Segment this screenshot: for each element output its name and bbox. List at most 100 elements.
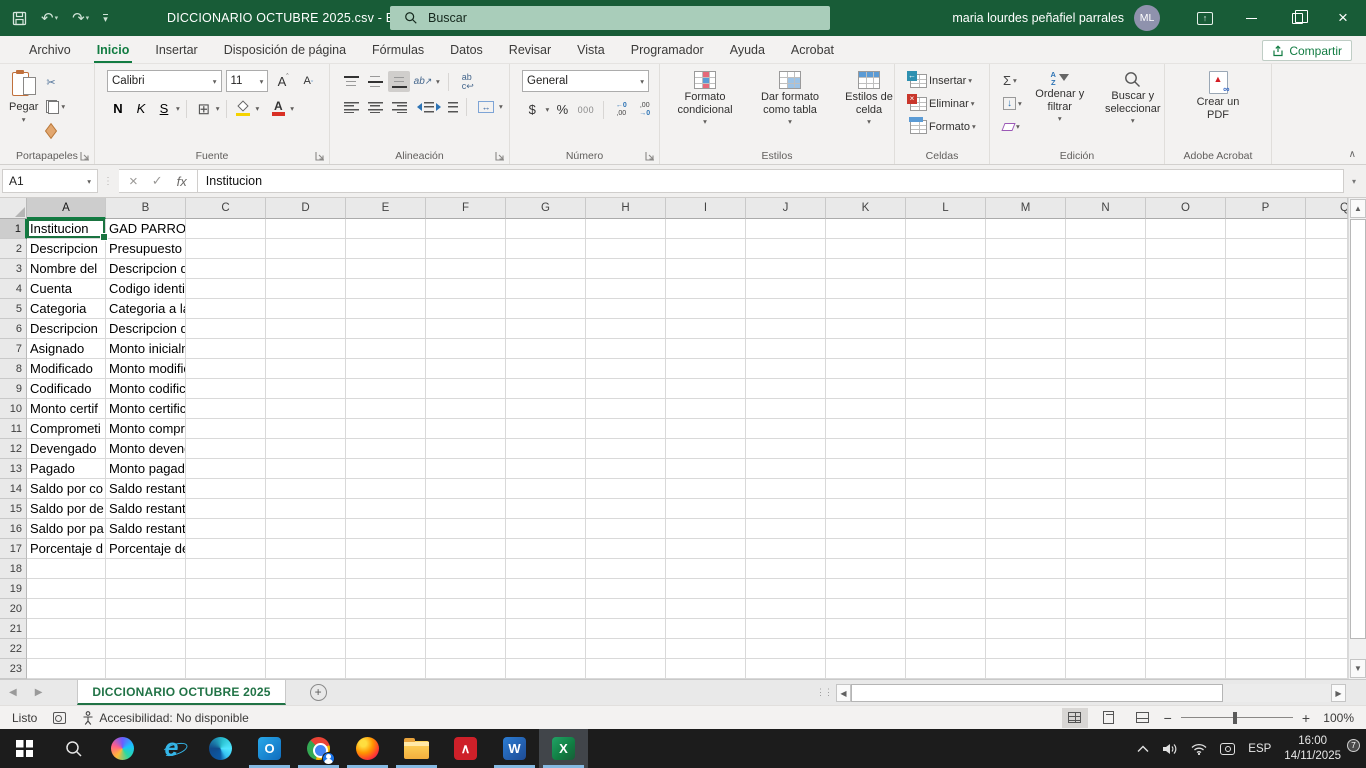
bold-button[interactable]: N bbox=[107, 98, 129, 119]
ribbon-tab-insertar[interactable]: Insertar bbox=[142, 36, 210, 63]
cell-K17[interactable] bbox=[826, 539, 906, 559]
autosum-button[interactable]: Σ▾ bbox=[1000, 70, 1025, 91]
cell-L21[interactable] bbox=[906, 619, 986, 639]
cell-Q17[interactable] bbox=[1306, 539, 1348, 559]
cell-O6[interactable] bbox=[1146, 319, 1226, 339]
copy-button[interactable]: ▾ bbox=[43, 96, 68, 117]
cell-B22[interactable] bbox=[106, 639, 186, 659]
cell-G17[interactable] bbox=[506, 539, 586, 559]
underline-button[interactable]: S bbox=[153, 98, 175, 119]
zoom-slider[interactable] bbox=[1181, 711, 1293, 725]
taskbar-outlook-button[interactable]: O bbox=[245, 729, 294, 768]
cell-D6[interactable] bbox=[266, 319, 346, 339]
cell-N21[interactable] bbox=[1066, 619, 1146, 639]
formula-input[interactable]: Institucion bbox=[198, 169, 1344, 193]
cell-Q9[interactable] bbox=[1306, 379, 1348, 399]
cell-P23[interactable] bbox=[1226, 659, 1306, 679]
ribbon-tab-archivo[interactable]: Archivo bbox=[16, 36, 84, 63]
cell-K21[interactable] bbox=[826, 619, 906, 639]
sort-filter-button[interactable]: AZ Ordenar y filtrar ▾ bbox=[1027, 68, 1093, 148]
decrease-font-button[interactable]: Aˇ bbox=[298, 71, 319, 92]
zoom-in-button[interactable]: + bbox=[1302, 710, 1310, 726]
taskbar-file-explorer-button[interactable] bbox=[392, 729, 441, 768]
cell-C19[interactable] bbox=[186, 579, 266, 599]
cell-D4[interactable] bbox=[266, 279, 346, 299]
cell-A4[interactable]: Cuenta bbox=[27, 279, 106, 299]
row-header-23[interactable]: 23 bbox=[0, 659, 27, 679]
horizontal-scrollbar-thumb[interactable] bbox=[851, 684, 1223, 702]
cell-C4[interactable] bbox=[186, 279, 266, 299]
cell-M4[interactable] bbox=[986, 279, 1066, 299]
row-header-13[interactable]: 13 bbox=[0, 459, 27, 479]
cell-L6[interactable] bbox=[906, 319, 986, 339]
cell-P18[interactable] bbox=[1226, 559, 1306, 579]
cell-K22[interactable] bbox=[826, 639, 906, 659]
cell-C13[interactable] bbox=[186, 459, 266, 479]
cell-A22[interactable] bbox=[27, 639, 106, 659]
cell-P17[interactable] bbox=[1226, 539, 1306, 559]
cell-F3[interactable] bbox=[426, 259, 506, 279]
cell-E19[interactable] bbox=[346, 579, 426, 599]
cell-H17[interactable] bbox=[586, 539, 666, 559]
cell-Q21[interactable] bbox=[1306, 619, 1348, 639]
column-header-J[interactable]: J bbox=[746, 198, 826, 219]
cell-N11[interactable] bbox=[1066, 419, 1146, 439]
cell-M20[interactable] bbox=[986, 599, 1066, 619]
cell-K6[interactable] bbox=[826, 319, 906, 339]
cell-I20[interactable] bbox=[666, 599, 746, 619]
user-name[interactable]: maria lourdes peñafiel parrales bbox=[952, 11, 1124, 25]
cancel-button[interactable]: × bbox=[129, 173, 138, 190]
cell-A19[interactable] bbox=[27, 579, 106, 599]
cell-A2[interactable]: Descripcion bbox=[27, 239, 106, 259]
cell-M2[interactable] bbox=[986, 239, 1066, 259]
cell-N1[interactable] bbox=[1066, 219, 1146, 239]
cell-G5[interactable] bbox=[506, 299, 586, 319]
column-header-B[interactable]: B bbox=[106, 198, 186, 219]
cell-B5[interactable]: Categoria a la que pertenece el elemento… bbox=[106, 299, 186, 319]
wrap-text-button[interactable]: abc↩ bbox=[457, 71, 479, 92]
cell-A8[interactable]: Modificado bbox=[27, 359, 106, 379]
align-top-button[interactable] bbox=[340, 71, 362, 92]
enter-button[interactable]: ✓ bbox=[152, 173, 163, 189]
dialog-launcher-icon[interactable] bbox=[80, 151, 90, 161]
cell-B20[interactable] bbox=[106, 599, 186, 619]
column-header-O[interactable]: O bbox=[1146, 198, 1226, 219]
cell-M23[interactable] bbox=[986, 659, 1066, 679]
cell-J21[interactable] bbox=[746, 619, 826, 639]
redo-button[interactable]: ↷▾ bbox=[72, 9, 89, 27]
cell-H23[interactable] bbox=[586, 659, 666, 679]
cell-P2[interactable] bbox=[1226, 239, 1306, 259]
cell-O16[interactable] bbox=[1146, 519, 1226, 539]
cell-D15[interactable] bbox=[266, 499, 346, 519]
cell-P7[interactable] bbox=[1226, 339, 1306, 359]
clock[interactable]: 16:00 14/11/2025 bbox=[1284, 734, 1341, 763]
cell-F11[interactable] bbox=[426, 419, 506, 439]
chevron-down-icon[interactable]: ▾ bbox=[545, 105, 549, 114]
cell-G13[interactable] bbox=[506, 459, 586, 479]
cell-E10[interactable] bbox=[346, 399, 426, 419]
cell-M22[interactable] bbox=[986, 639, 1066, 659]
cell-J15[interactable] bbox=[746, 499, 826, 519]
dialog-launcher-icon[interactable] bbox=[645, 151, 655, 161]
align-middle-button[interactable] bbox=[364, 71, 386, 92]
cell-Q4[interactable] bbox=[1306, 279, 1348, 299]
cell-G11[interactable] bbox=[506, 419, 586, 439]
expand-formula-bar-icon[interactable]: ▾ bbox=[1344, 177, 1364, 186]
chevron-down-icon[interactable]: ▾ bbox=[216, 104, 220, 113]
cell-I13[interactable] bbox=[666, 459, 746, 479]
cell-G23[interactable] bbox=[506, 659, 586, 679]
conditional-formatting-button[interactable]: Formato condicional ▾ bbox=[664, 68, 746, 148]
cell-K10[interactable] bbox=[826, 399, 906, 419]
cell-H2[interactable] bbox=[586, 239, 666, 259]
share-button[interactable]: Compartir bbox=[1262, 40, 1352, 61]
cell-A11[interactable]: Comprometi bbox=[27, 419, 106, 439]
cell-H8[interactable] bbox=[586, 359, 666, 379]
row-header-6[interactable]: 6 bbox=[0, 319, 27, 339]
chevron-down-icon[interactable]: ▾ bbox=[290, 104, 294, 113]
cell-E8[interactable] bbox=[346, 359, 426, 379]
cell-N6[interactable] bbox=[1066, 319, 1146, 339]
cell-H14[interactable] bbox=[586, 479, 666, 499]
column-header-P[interactable]: P bbox=[1226, 198, 1306, 219]
cell-O8[interactable] bbox=[1146, 359, 1226, 379]
search-box[interactable]: Buscar bbox=[390, 6, 830, 30]
